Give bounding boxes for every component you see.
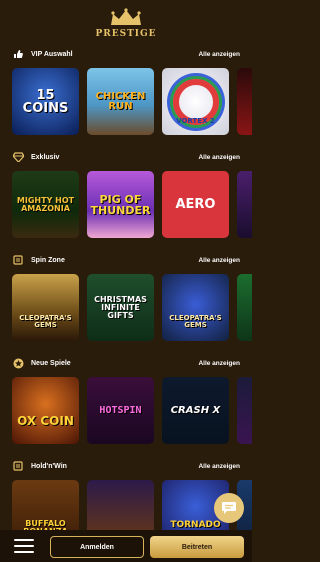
section-spin-zone: Spin Zone Alle anzeigen CLEOPATRA'S GEMS… xyxy=(0,252,252,355)
star-icon xyxy=(12,357,24,369)
section-title: Hold'n'Win xyxy=(31,462,67,470)
slot-machine-icon xyxy=(12,254,24,266)
join-button[interactable]: Beitreten xyxy=(150,536,244,558)
menu-icon[interactable] xyxy=(14,539,34,553)
section-exklusiv: Exklusiv Alle anzeigen MIGHTY HOT AMAZON… xyxy=(0,149,252,252)
show-all-link[interactable]: Alle anzeigen xyxy=(198,463,240,470)
game-tile[interactable] xyxy=(237,68,252,135)
game-tile[interactable] xyxy=(237,274,252,341)
game-tile[interactable]: VORTEX 2 xyxy=(162,68,229,135)
game-tile[interactable]: AERO xyxy=(162,171,229,238)
section-neue-spiele: Neue Spiele Alle anzeigen OX COIN HOTSPI… xyxy=(0,355,252,458)
show-all-link[interactable]: Alle anzeigen xyxy=(198,154,240,161)
game-tile[interactable]: CLEOPATRA'S GEMS xyxy=(162,274,229,341)
game-tile[interactable]: OX COIN xyxy=(12,377,79,444)
crown-logo-icon[interactable] xyxy=(108,7,144,28)
section-title: Spin Zone xyxy=(31,256,65,264)
show-all-link[interactable]: Alle anzeigen xyxy=(198,257,240,264)
thumbs-up-icon xyxy=(12,48,24,60)
show-all-link[interactable]: Alle anzeigen xyxy=(198,360,240,367)
game-sections: VIP Auswahl Alle anzeigen 15 COINS CHICK… xyxy=(0,46,252,530)
logo-text: PRESTIGE xyxy=(95,28,157,39)
game-tile[interactable]: PIG OF THUNDER xyxy=(87,171,154,238)
game-tile[interactable] xyxy=(237,377,252,444)
slot-machine-icon xyxy=(12,460,24,472)
chat-icon xyxy=(222,502,236,514)
game-tile[interactable]: HOTSPIN xyxy=(87,377,154,444)
login-button[interactable]: Anmelden xyxy=(50,536,144,558)
section-title: VIP Auswahl xyxy=(31,50,73,58)
show-all-link[interactable]: Alle anzeigen xyxy=(198,51,240,58)
diamond-icon xyxy=(12,151,24,163)
chat-button[interactable] xyxy=(214,493,244,523)
game-tile[interactable]: 15 COINS xyxy=(12,68,79,135)
game-tile[interactable] xyxy=(237,171,252,238)
section-vip-auswahl: VIP Auswahl Alle anzeigen 15 COINS CHICK… xyxy=(0,46,252,149)
bottom-bar: Anmelden Beitreten xyxy=(0,530,252,562)
section-title: Exklusiv xyxy=(31,153,60,161)
game-tile[interactable]: MIGHTY HOT AMAZONIA xyxy=(12,171,79,238)
game-tile[interactable]: BUFFALO BONANZA xyxy=(12,480,79,530)
game-tile[interactable]: CRASH X xyxy=(162,377,229,444)
game-tile[interactable] xyxy=(87,480,154,530)
section-hold-n-win: Hold'n'Win Alle anzeigen BUFFALO BONANZA… xyxy=(0,458,252,530)
game-tile[interactable]: CHRISTMAS INFINITE GIFTS xyxy=(87,274,154,341)
game-tile[interactable]: CHICKEN RUN xyxy=(87,68,154,135)
app-header: PRESTIGE xyxy=(0,0,252,46)
section-title: Neue Spiele xyxy=(31,359,71,367)
game-tile[interactable]: CLEOPATRA'S GEMS xyxy=(12,274,79,341)
